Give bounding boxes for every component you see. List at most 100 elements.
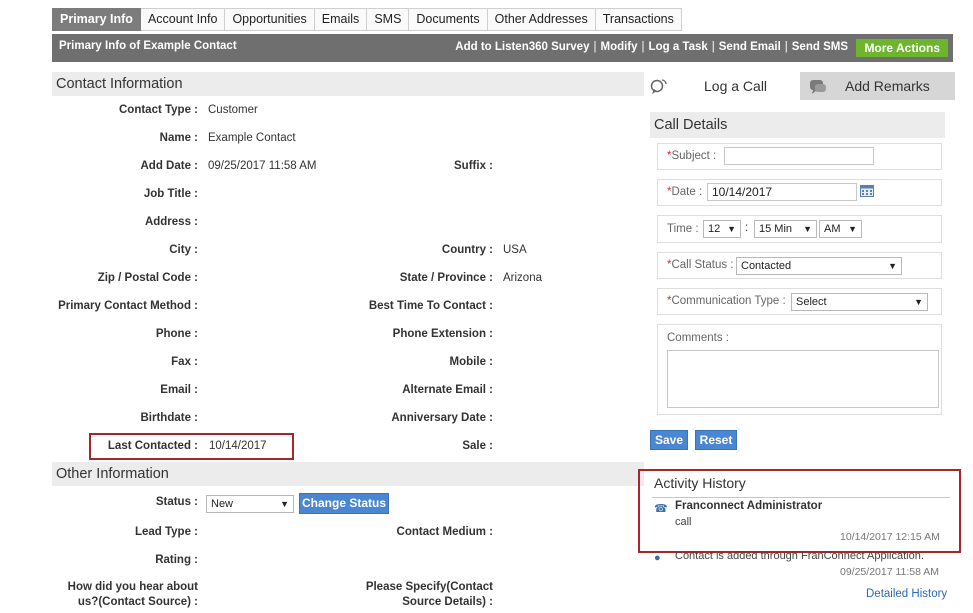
minute-value: 15 Min [759, 223, 793, 235]
modify-link[interactable]: Modify [600, 41, 637, 53]
separator: | [784, 41, 788, 53]
detailed-history-link[interactable]: Detailed History [866, 588, 947, 600]
name-value: Example Contact [208, 132, 296, 144]
phone-icon [650, 77, 668, 95]
country-label: Country : [441, 244, 493, 256]
alternate-email-label: Alternate Email : [402, 384, 493, 396]
add-to-survey-link[interactable]: Add to Listen360 Survey [455, 41, 589, 53]
comments-field-box: Comments : [657, 324, 942, 415]
chevron-down-icon: ▼ [727, 224, 736, 234]
best-time-label: Best Time To Contact : [368, 300, 493, 312]
hour-select[interactable]: 12 ▼ [703, 220, 741, 238]
add-remarks-tab[interactable]: Add Remarks [800, 72, 955, 100]
log-call-tab-label: Log a Call [704, 78, 768, 94]
change-status-button[interactable]: Change Status [299, 493, 389, 514]
reset-button[interactable]: Reset [695, 430, 737, 450]
time-label: Time : [667, 223, 699, 235]
ampm-select[interactable]: AM ▼ [819, 220, 862, 238]
tab-primary-info[interactable]: Primary Info [52, 8, 141, 31]
separator: | [641, 41, 645, 53]
status-select-value: New [211, 498, 234, 510]
email-label: Email : [160, 384, 198, 396]
contact-type-label: Contact Type : [118, 104, 198, 116]
send-email-link[interactable]: Send Email [719, 41, 781, 53]
more-actions-button[interactable]: More Actions [856, 39, 948, 57]
subject-input[interactable] [724, 147, 874, 165]
tab-opportunities[interactable]: Opportunities [225, 8, 315, 31]
chevron-down-icon: ▼ [280, 499, 289, 509]
sale-label: Sale : [462, 440, 493, 452]
activity-text: call [675, 516, 692, 528]
activity-author: Franconnect Administrator [675, 500, 823, 512]
birthdate-label: Birthdate : [140, 412, 199, 424]
status-label: Status : [155, 496, 198, 508]
log-call-tab[interactable]: Log a Call [650, 72, 800, 100]
chat-icon [809, 77, 827, 95]
comment-icon: ● [654, 552, 661, 564]
activity2-text: Contact is added through FranConnect App… [675, 550, 924, 562]
tab-account-info[interactable]: Account Info [140, 8, 226, 31]
contact-source-label-line2: us?(Contact Source) : [77, 596, 198, 608]
subject-field-box: *Subject : [657, 143, 942, 170]
anniversary-date-label: Anniversary Date : [391, 412, 493, 424]
address-label: Address : [144, 216, 198, 228]
send-sms-link[interactable]: Send SMS [792, 41, 848, 53]
chevron-down-icon: ▼ [888, 261, 897, 271]
tab-transactions[interactable]: Transactions [595, 8, 682, 31]
date-field-box: *Date : 10/14/2017 [657, 179, 942, 206]
time-field-box: Time : 12 ▼ : 15 Min ▼ AM ▼ [657, 215, 942, 243]
tab-other-addresses[interactable]: Other Addresses [487, 8, 596, 31]
calendar-icon[interactable] [860, 185, 874, 197]
status-select[interactable]: New ▼ [206, 495, 294, 513]
last-contacted-label: Last Contacted : [107, 440, 198, 452]
rating-label: Rating : [155, 554, 198, 566]
communication-type-field-box: *Communication Type : Select ▼ [657, 288, 942, 315]
activity-history-title: Activity History [654, 475, 746, 491]
job-title-label: Job Title : [143, 188, 198, 200]
date-label: *Date : [667, 186, 703, 198]
chevron-down-icon: ▼ [803, 224, 812, 234]
date-input[interactable]: 10/14/2017 [707, 183, 857, 201]
ampm-value: AM [824, 223, 841, 235]
primary-contact-method-label: Primary Contact Method : [58, 300, 198, 312]
title-bar: Primary Info of Example Contact Add to L… [52, 34, 953, 62]
add-date-label: Add Date : [140, 160, 199, 172]
add-remarks-tab-label: Add Remarks [845, 78, 930, 94]
suffix-label: Suffix : [454, 160, 493, 172]
zip-label: Zip / Postal Code : [97, 272, 198, 284]
contact-medium-label: Contact Medium : [396, 526, 493, 538]
state-value: Arizona [503, 272, 542, 284]
call-details-header: Call Details [650, 112, 945, 138]
name-label: Name : [159, 132, 198, 144]
subject-label: *Subject : [667, 150, 717, 162]
comments-textarea[interactable] [667, 350, 939, 408]
city-label: City : [169, 244, 198, 256]
communication-type-select[interactable]: Select ▼ [791, 293, 928, 311]
communication-type-label: *Communication Type : [667, 295, 786, 307]
phone-label: Phone : [155, 328, 198, 340]
last-contacted-value: 10/14/2017 [209, 440, 267, 452]
separator: | [711, 41, 715, 53]
lead-type-label: Lead Type : [134, 526, 198, 538]
call-status-label: *Call Status : [667, 259, 734, 271]
tab-sms[interactable]: SMS [367, 8, 410, 31]
mobile-label: Mobile : [449, 356, 493, 368]
hour-value: 12 [708, 223, 721, 235]
chevron-down-icon: ▼ [848, 224, 857, 234]
divider [652, 497, 950, 498]
call-status-value: Contacted [741, 260, 792, 272]
tab-documents[interactable]: Documents [409, 8, 488, 31]
activity-time: 10/14/2017 12:15 AM [840, 531, 940, 543]
fax-label: Fax : [171, 356, 198, 368]
minute-select[interactable]: 15 Min ▼ [754, 220, 817, 238]
action-links: Add to Listen360 Survey | Modify | Log a… [455, 41, 848, 53]
call-status-field-box: *Call Status : Contacted ▼ [657, 252, 942, 279]
separator: | [593, 41, 597, 53]
source-details-label-line2: Source Details) : [402, 596, 493, 608]
log-task-link[interactable]: Log a Task [649, 41, 708, 53]
save-button[interactable]: Save [650, 430, 688, 450]
contact-type-value: Customer [208, 104, 258, 116]
tab-emails[interactable]: Emails [314, 8, 368, 31]
state-label: State / Province : [399, 272, 493, 284]
call-status-select[interactable]: Contacted ▼ [736, 257, 902, 275]
